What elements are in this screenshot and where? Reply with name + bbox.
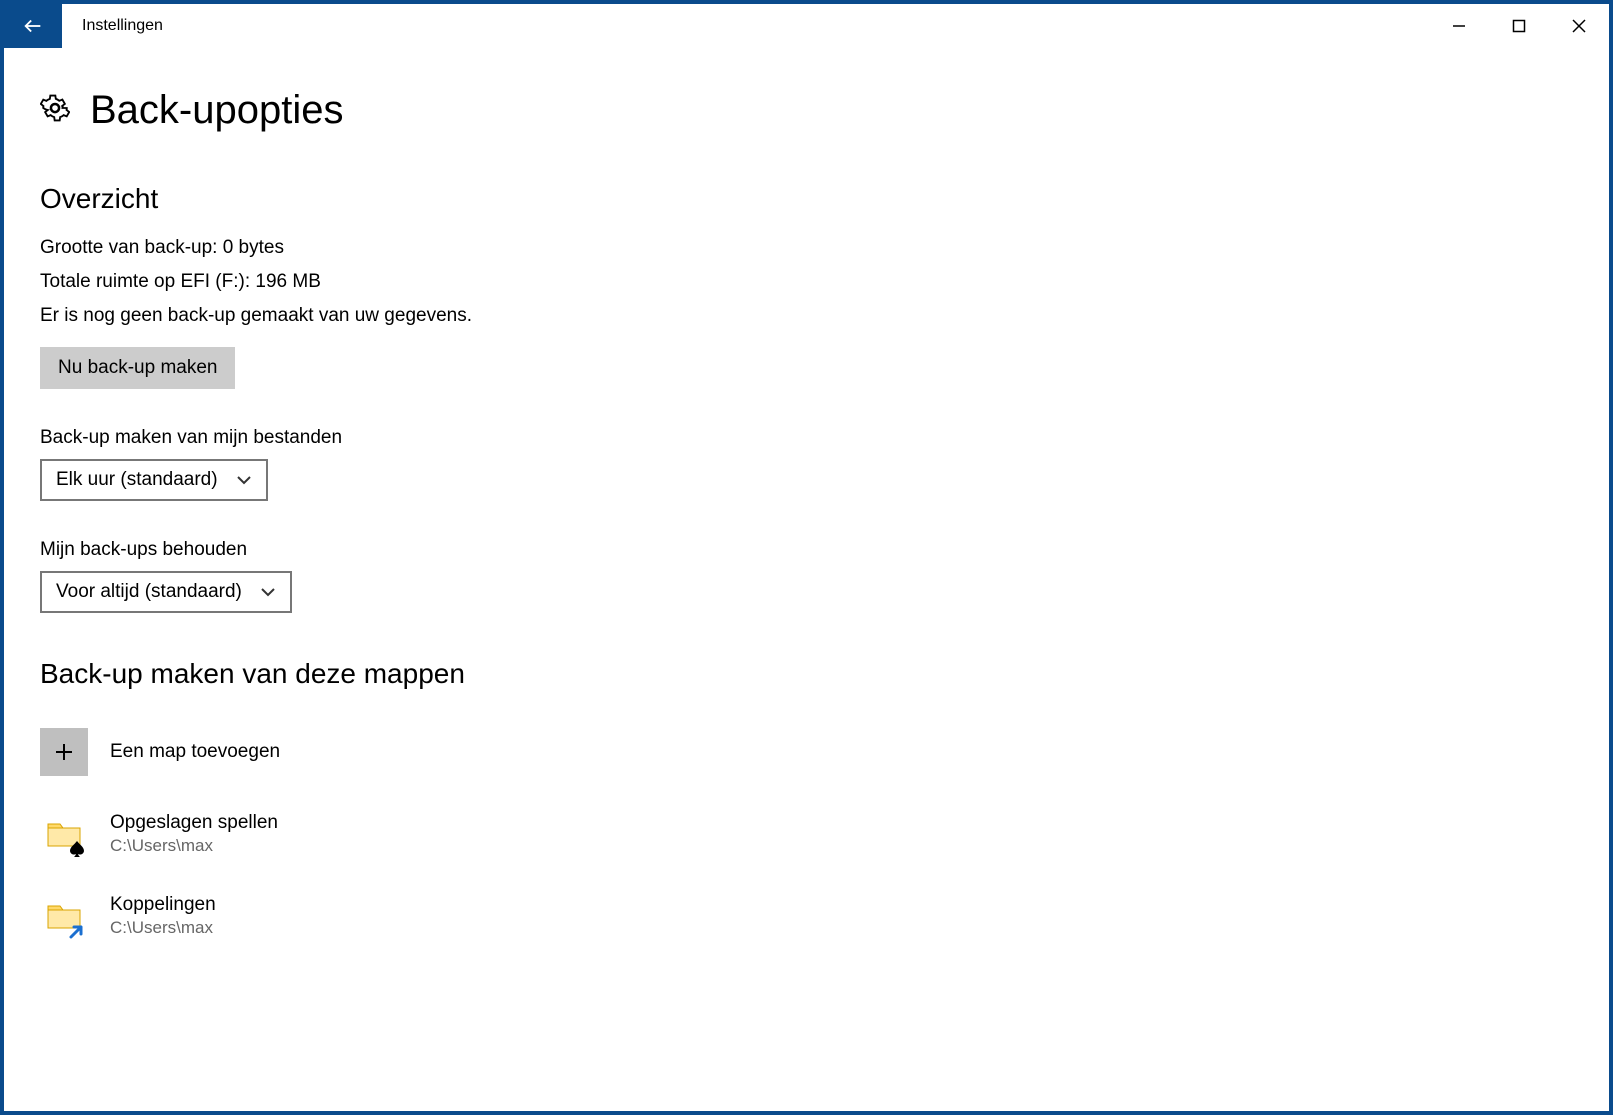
window-title: Instellingen bbox=[62, 4, 163, 48]
arrow-left-icon bbox=[22, 15, 44, 37]
folders-heading: Back-up maken van deze mappen bbox=[40, 658, 1573, 690]
folder-name: Koppelingen bbox=[110, 894, 216, 916]
minimize-icon bbox=[1452, 19, 1466, 33]
folder-name: Opgeslagen spellen bbox=[110, 812, 278, 834]
schedule-label: Back-up maken van mijn bestanden bbox=[40, 427, 1573, 449]
backup-size-text: Grootte van back-up: 0 bytes bbox=[40, 237, 1573, 259]
maximize-icon bbox=[1512, 19, 1526, 33]
close-icon bbox=[1572, 19, 1586, 33]
folders-section: Back-up maken van deze mappen Een map to… bbox=[40, 658, 1573, 950]
total-space-text: Totale ruimte op EFI (F:): 196 MB bbox=[40, 271, 1573, 293]
minimize-button[interactable] bbox=[1429, 4, 1489, 48]
page-title: Back-upopties bbox=[90, 88, 343, 133]
folder-item-saved-games[interactable]: Opgeslagen spellen C:\Users\max bbox=[40, 800, 1573, 868]
plus-icon bbox=[40, 728, 88, 776]
add-folder-label: Een map toevoegen bbox=[110, 741, 280, 763]
add-folder-button[interactable]: Een map toevoegen bbox=[40, 718, 1573, 786]
retention-selected: Voor altijd (standaard) bbox=[56, 581, 242, 603]
chevron-down-icon bbox=[236, 469, 252, 491]
maximize-button[interactable] bbox=[1489, 4, 1549, 48]
backup-status-text: Er is nog geen back-up gemaakt van uw ge… bbox=[40, 305, 1573, 327]
page-header: Back-upopties bbox=[40, 88, 1573, 133]
back-button[interactable] bbox=[4, 4, 62, 48]
backup-now-button[interactable]: Nu back-up maken bbox=[40, 347, 235, 389]
folder-list: Een map toevoegen Opgeslagen spellen C:\… bbox=[40, 718, 1573, 950]
folder-meta: Koppelingen C:\Users\max bbox=[110, 894, 216, 938]
folder-meta: Opgeslagen spellen C:\Users\max bbox=[110, 812, 278, 856]
schedule-group: Back-up maken van mijn bestanden Elk uur… bbox=[40, 427, 1573, 501]
chevron-down-icon bbox=[260, 581, 276, 603]
gear-icon bbox=[40, 93, 70, 128]
retention-label: Mijn back-ups behouden bbox=[40, 539, 1573, 561]
titlebar: Instellingen bbox=[4, 4, 1609, 48]
overview-section: Overzicht Grootte van back-up: 0 bytes T… bbox=[40, 183, 1573, 389]
link-arrow-icon bbox=[68, 922, 86, 940]
window-controls bbox=[1429, 4, 1609, 48]
retention-group: Mijn back-ups behouden Voor altijd (stan… bbox=[40, 539, 1573, 613]
content-area: Back-upopties Overzicht Grootte van back… bbox=[4, 48, 1609, 950]
schedule-dropdown[interactable]: Elk uur (standaard) bbox=[40, 459, 268, 501]
folder-path: C:\Users\max bbox=[110, 918, 216, 938]
folder-path: C:\Users\max bbox=[110, 836, 278, 856]
close-button[interactable] bbox=[1549, 4, 1609, 48]
retention-dropdown[interactable]: Voor altijd (standaard) bbox=[40, 571, 292, 613]
folder-icon bbox=[40, 810, 88, 858]
folder-item-links[interactable]: Koppelingen C:\Users\max bbox=[40, 882, 1573, 950]
schedule-selected: Elk uur (standaard) bbox=[56, 469, 218, 491]
spade-icon bbox=[68, 840, 86, 858]
folder-icon bbox=[40, 892, 88, 940]
overview-heading: Overzicht bbox=[40, 183, 1573, 215]
